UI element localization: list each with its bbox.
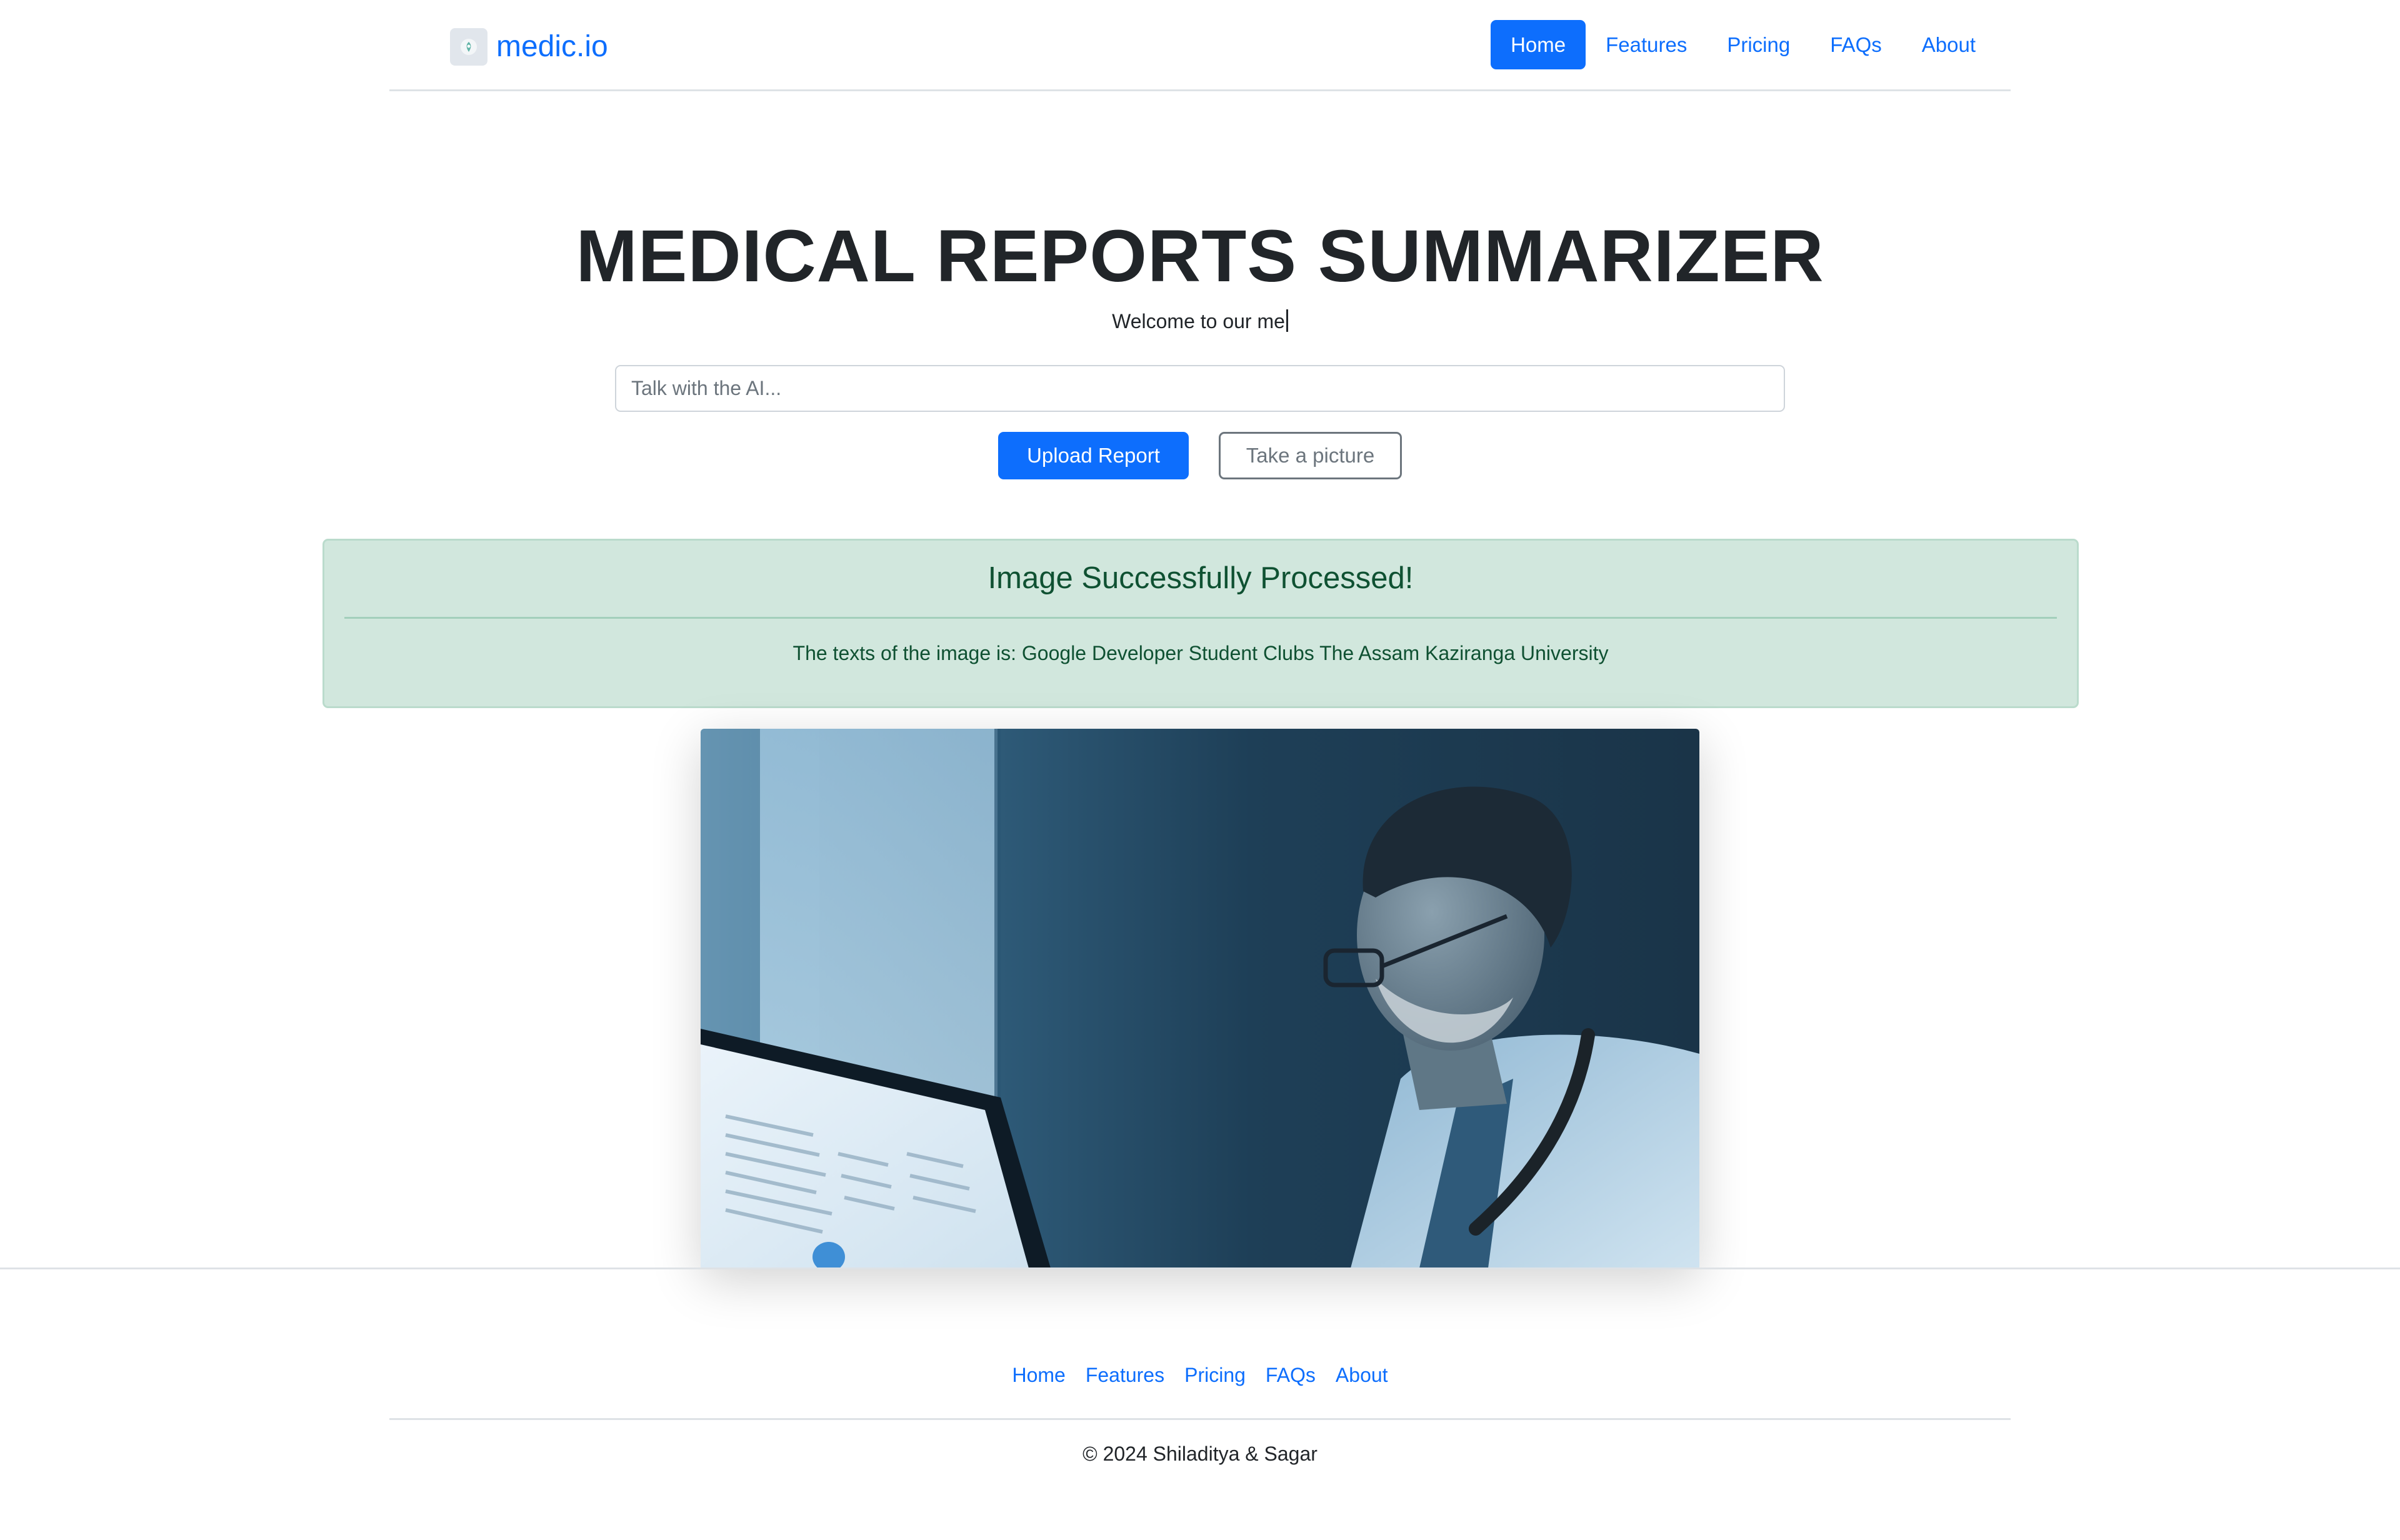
- success-alert: Image Successfully Processed! The texts …: [322, 539, 2079, 708]
- welcome-text-content: Welcome to our me: [1112, 310, 1285, 332]
- footer-link-faqs[interactable]: FAQs: [1256, 1360, 1326, 1390]
- footer-divider: [389, 1418, 2011, 1420]
- footer-link-about[interactable]: About: [1326, 1360, 1398, 1390]
- alert-message: The texts of the image is: Google Develo…: [792, 642, 1609, 664]
- brand-name: medic.io: [496, 30, 608, 63]
- upload-report-button[interactable]: Upload Report: [998, 432, 1189, 479]
- alert-heading: Image Successfully Processed!: [988, 561, 1414, 595]
- medical-logo-icon: [450, 28, 488, 66]
- footer-link-home[interactable]: Home: [1002, 1360, 1075, 1390]
- nav-item-features[interactable]: Features: [1586, 20, 1707, 69]
- footer-top-border: [0, 1268, 2400, 1269]
- main-nav: Home Features Pricing FAQs About: [1491, 20, 1996, 69]
- take-picture-button[interactable]: Take a picture: [1219, 432, 1402, 479]
- ai-chat-input[interactable]: [615, 365, 1785, 412]
- copyright-text: © 2024 Shiladitya & Sagar: [1082, 1442, 1318, 1465]
- typing-caret: [1286, 309, 1288, 332]
- doctor-image: [701, 729, 1699, 1268]
- alert-divider: [344, 617, 2057, 619]
- nav-item-pricing[interactable]: Pricing: [1707, 20, 1810, 69]
- footer-nav: Home Features Pricing FAQs About: [0, 1360, 2400, 1390]
- page-title: MEDICAL REPORTS SUMMARIZER: [576, 215, 1824, 298]
- nav-item-about[interactable]: About: [1902, 20, 1996, 69]
- welcome-text: Welcome to our me: [0, 309, 2400, 334]
- site-header: medic.io Home Features Pricing FAQs Abou…: [389, 0, 2011, 91]
- nav-item-home[interactable]: Home: [1491, 20, 1586, 69]
- brand-link[interactable]: medic.io: [450, 28, 608, 66]
- nav-item-faqs[interactable]: FAQs: [1810, 20, 1902, 69]
- footer-link-features[interactable]: Features: [1076, 1360, 1174, 1390]
- footer-link-pricing[interactable]: Pricing: [1174, 1360, 1256, 1390]
